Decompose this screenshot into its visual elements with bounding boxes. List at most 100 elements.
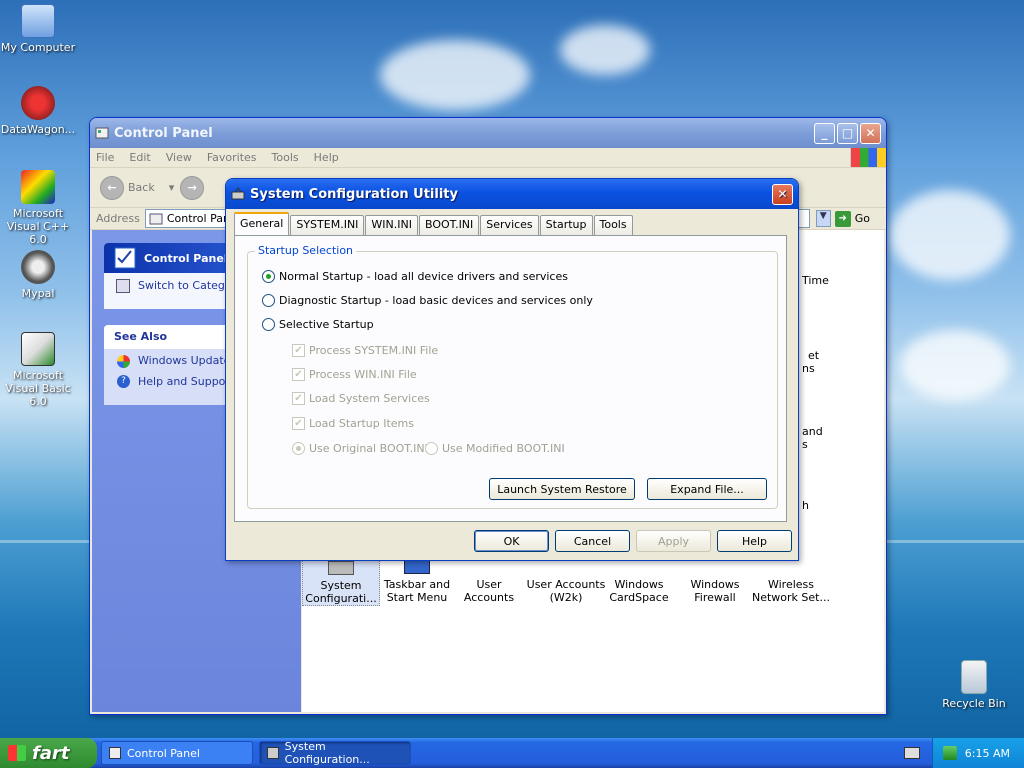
tab-system-ini[interactable]: SYSTEM.INI (290, 215, 365, 235)
forward-arrow-icon[interactable]: → (180, 175, 205, 200)
check-label: Load System Services (309, 392, 430, 405)
user-accounts-w2k-icon (556, 560, 576, 574)
taskbar-item-control-panel[interactable]: Control Panel (101, 741, 253, 765)
sysconfig-titlebar[interactable]: System Configuration Utility ✕ (226, 179, 798, 209)
item-label-fragment: h (802, 499, 809, 512)
launch-system-restore-button[interactable]: Launch System Restore (489, 478, 635, 500)
cancel-button[interactable]: Cancel (555, 530, 630, 552)
menu-favorites[interactable]: Favorites (207, 151, 257, 164)
item-wireless-network[interactable]: Wireless Network Set... (750, 560, 832, 604)
visual-cpp-icon (21, 170, 55, 204)
desktop-icon-label: Mypal (21, 287, 55, 300)
menu-tools[interactable]: Tools (272, 151, 299, 164)
item-windows-firewall[interactable]: Windows Firewall (676, 560, 754, 604)
control-panel-titlebar[interactable]: Control Panel _ □ ✕ (90, 118, 886, 148)
visual-basic-icon (21, 332, 55, 366)
desktop-icon-recycle-bin[interactable]: Recycle Bin (934, 660, 1014, 710)
tab-tools[interactable]: Tools (593, 215, 633, 235)
back-label[interactable]: Back (128, 181, 155, 194)
desktop-icon-datawagon[interactable]: DataWagon... (0, 86, 78, 136)
desktop-icon-label: DataWagon... (0, 123, 76, 136)
radio-normal-startup[interactable]: Normal Startup - load all device drivers… (262, 270, 568, 283)
item-taskbar-start-menu[interactable]: Taskbar and Start Menu (378, 560, 456, 604)
check-label: Process WIN.INI File (309, 368, 417, 381)
item-label: System Configurati... (305, 579, 377, 605)
menu-help[interactable]: Help (314, 151, 339, 164)
taskbar-item-system-configuration[interactable]: System Configuration... (259, 740, 411, 766)
desktop-icon-mypal[interactable]: Mypal (0, 250, 78, 300)
tab-general[interactable]: General (234, 212, 290, 235)
item-label-fragment: s (802, 438, 808, 451)
firewall-icon (705, 560, 725, 574)
check-process-system-ini[interactable]: ✔ Process SYSTEM.INI File (292, 344, 438, 357)
item-label: Wireless Network Set... (752, 578, 830, 604)
item-user-accounts-w2k[interactable]: User Accounts (W2k) (526, 560, 606, 604)
check-load-startup-items[interactable]: ✔ Load Startup Items (292, 417, 414, 430)
desktop-icon-my-computer[interactable]: My Computer (0, 4, 78, 54)
item-system-configuration[interactable]: System Configurati... (302, 560, 380, 606)
back-arrow-icon[interactable]: ← (100, 175, 124, 200)
check-load-system-services[interactable]: ✔ Load System Services (292, 392, 430, 405)
checkbox[interactable]: ✔ (292, 344, 305, 357)
system-configuration-dialog: System Configuration Utility ✕ General S… (225, 178, 799, 561)
tab-win-ini[interactable]: WIN.INI (365, 215, 418, 235)
checkbox[interactable]: ✔ (292, 392, 305, 405)
item-windows-cardspace[interactable]: Windows CardSpace (600, 560, 678, 604)
menu-file[interactable]: File (96, 151, 114, 164)
ok-button[interactable]: OK (474, 530, 549, 552)
go-label[interactable]: Go (855, 212, 870, 225)
sysconfig-small-icon (267, 747, 279, 759)
desktop-icon-visual-cpp[interactable]: Microsoft Visual C++ 6.0 (0, 170, 78, 246)
radio-button[interactable] (292, 442, 305, 455)
apply-button[interactable]: Apply (636, 530, 711, 552)
item-label: Windows Firewall (690, 578, 740, 604)
expand-file-button[interactable]: Expand File... (647, 478, 767, 500)
sysconfig-icon (328, 561, 354, 575)
checkbox[interactable]: ✔ (292, 368, 305, 381)
radio-button[interactable] (425, 442, 438, 455)
start-button[interactable]: fart (0, 738, 97, 768)
keyboard-icon[interactable] (904, 747, 920, 759)
switch-view-icon (116, 279, 130, 293)
radio-diagnostic-startup[interactable]: Diagnostic Startup - load basic devices … (262, 294, 593, 307)
check-process-win-ini[interactable]: ✔ Process WIN.INI File (292, 368, 417, 381)
close-button[interactable]: ✕ (772, 183, 793, 205)
windows-update-icon (117, 355, 130, 368)
desktop-icon-label: Recycle Bin (942, 697, 1006, 710)
radio-selective-startup[interactable]: Selective Startup (262, 318, 374, 331)
item-label: User Accounts (W2k) (526, 578, 606, 604)
go-arrow-icon[interactable]: ➜ (834, 210, 851, 227)
sysconfig-title: System Configuration Utility (250, 186, 458, 202)
cloud (890, 190, 1010, 280)
control-panel-icon (95, 127, 109, 139)
radio-button[interactable] (262, 294, 275, 307)
maximize-button[interactable]: □ (837, 122, 858, 144)
checklist-icon (114, 247, 136, 269)
help-button[interactable]: Help (717, 530, 792, 552)
menu-view[interactable]: View (166, 151, 192, 164)
minimize-button[interactable]: _ (814, 122, 835, 144)
tab-services[interactable]: Services (480, 215, 539, 235)
clock[interactable]: 6:15 AM (965, 747, 1010, 760)
radio-button[interactable] (262, 318, 275, 331)
tab-startup[interactable]: Startup (539, 215, 593, 235)
taskbar-item-label: System Configuration... (284, 740, 370, 766)
close-button[interactable]: ✕ (860, 122, 881, 144)
item-user-accounts[interactable]: User Accounts (450, 560, 528, 604)
back-dropdown-icon[interactable]: ▾ (169, 181, 175, 194)
tab-boot-ini[interactable]: BOOT.INI (418, 215, 480, 235)
menu-edit[interactable]: Edit (129, 151, 150, 164)
taskbar-icon (404, 560, 430, 574)
desktop-icon-visual-basic[interactable]: Microsoft Visual Basic 6.0 (0, 332, 78, 408)
radio-label: Selective Startup (279, 318, 374, 331)
radio-original-boot-ini[interactable]: Use Original BOOT.INI (292, 442, 428, 455)
radio-modified-boot-ini[interactable]: Use Modified BOOT.INI (425, 442, 565, 455)
help-icon: ? (117, 375, 130, 388)
radio-button[interactable] (262, 270, 275, 283)
address-dropdown-icon[interactable]: ▼ (815, 210, 831, 227)
windows-flag-icon (8, 745, 26, 761)
checkbox[interactable]: ✔ (292, 417, 305, 430)
cardspace-icon (629, 560, 649, 574)
cloud (900, 330, 1010, 400)
network-tray-icon[interactable] (943, 746, 957, 760)
